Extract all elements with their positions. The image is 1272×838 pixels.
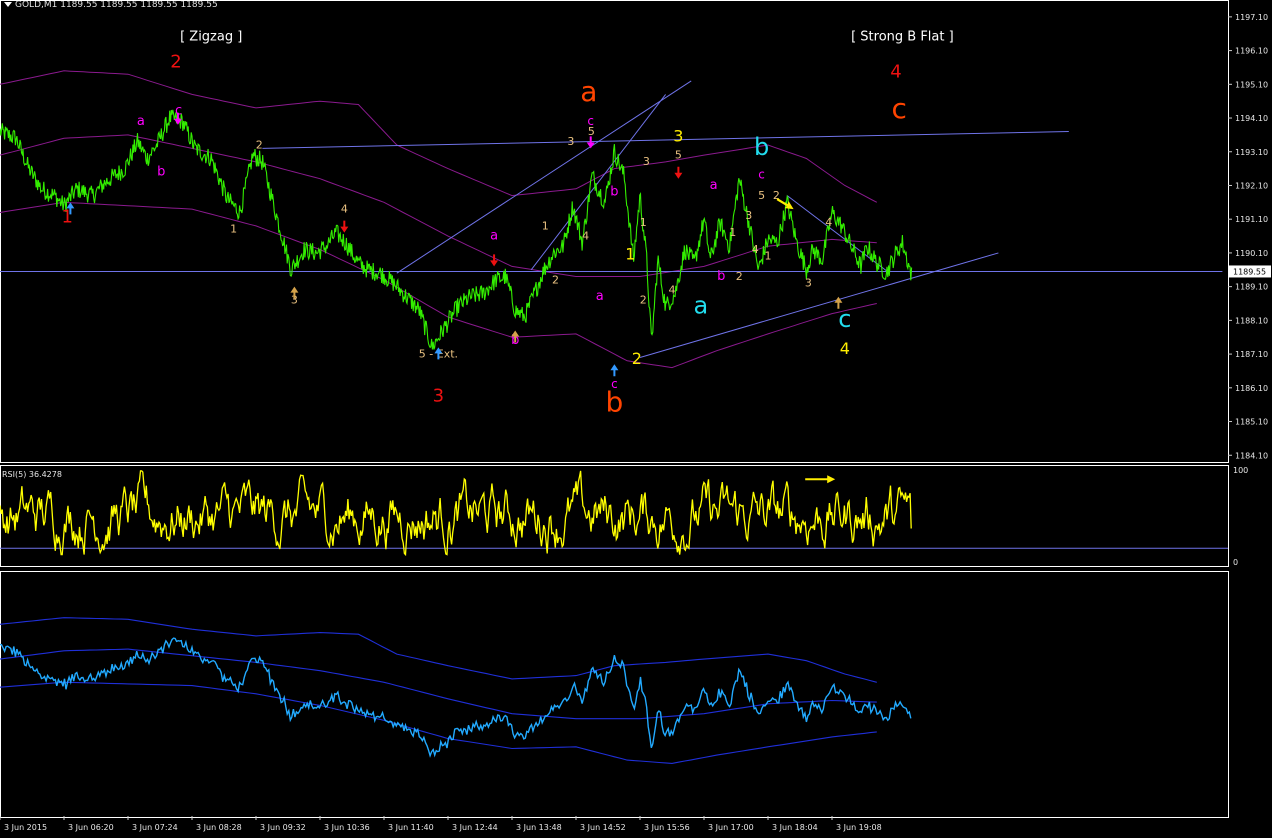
wave-label: b bbox=[610, 185, 618, 200]
wave-label: [ Zigzag ] bbox=[180, 29, 242, 44]
rsi-panel-frame bbox=[0, 465, 1229, 567]
wave-arrow-icon bbox=[586, 136, 595, 149]
wave-label: [ Strong B Flat ] bbox=[851, 29, 954, 44]
wave-label: 1 bbox=[640, 216, 647, 229]
wave-label: 2 bbox=[632, 349, 642, 368]
time-axis-label: 3 Jun 07:24 bbox=[132, 823, 178, 832]
wave-label: a bbox=[693, 292, 708, 320]
wave-label: 2 bbox=[170, 51, 181, 72]
wave-label: 4 bbox=[890, 62, 901, 83]
time-axis-label: 3 Jun 14:52 bbox=[580, 823, 626, 832]
time-axis-label: 3 Jun 17:00 bbox=[708, 823, 754, 832]
price-axis-label: 1193.10 bbox=[1235, 148, 1268, 157]
rsi-arrow-icon bbox=[805, 475, 836, 484]
price-axis-label: 1184.10 bbox=[1235, 451, 1268, 460]
wave-label: 5 bbox=[588, 125, 595, 138]
wave-label: 5 bbox=[675, 148, 682, 161]
time-axis-label: 3 Jun 15:56 bbox=[644, 823, 690, 832]
current-price-label: 1189.55 bbox=[1233, 267, 1266, 276]
bollinger-band-lower bbox=[0, 201, 877, 369]
time-axis-label: 3 Jun 12:44 bbox=[452, 823, 498, 832]
wave-label: 4 bbox=[825, 216, 832, 229]
time-axis-label: 3 Jun 13:48 bbox=[516, 823, 562, 832]
price-axis-label: 1196.10 bbox=[1235, 47, 1268, 56]
wave-label: 3 bbox=[567, 135, 574, 148]
wave-label: c bbox=[838, 305, 851, 333]
wave-label: a bbox=[596, 289, 604, 304]
price-axis-label: 1197.10 bbox=[1235, 13, 1268, 22]
rsi-axis-label: 0 bbox=[1233, 558, 1238, 567]
price-axis-label: 1190.10 bbox=[1235, 249, 1268, 258]
price-axis-label: 1189.10 bbox=[1235, 283, 1268, 292]
price-axis-label: 1185.10 bbox=[1235, 418, 1268, 427]
wave-label: 5 bbox=[758, 189, 765, 202]
price-axis-label: 1195.10 bbox=[1235, 80, 1268, 89]
time-axis-label: 3 Jun 2015 bbox=[4, 823, 47, 832]
wave-label: 4 bbox=[669, 283, 676, 296]
price-axis-label: 1194.10 bbox=[1235, 114, 1268, 123]
wave-label: a bbox=[710, 178, 718, 193]
wave-label: 4 bbox=[582, 229, 589, 242]
wave-label: b bbox=[717, 269, 725, 284]
wave-label: b bbox=[157, 164, 165, 179]
wave-label: 2 bbox=[736, 270, 743, 283]
wave-label: 2 bbox=[640, 294, 647, 307]
time-axis-label: 3 Jun 19:08 bbox=[836, 823, 882, 832]
wave-arrow-icon bbox=[340, 220, 349, 233]
bollinger-band-upper bbox=[0, 70, 878, 203]
wave-label: 3 bbox=[673, 127, 683, 146]
wave-label: c bbox=[611, 377, 618, 391]
wave-label: a bbox=[580, 75, 597, 108]
wave-arrow-icon bbox=[674, 166, 683, 179]
time-axis-label: 3 Jun 08:28 bbox=[196, 823, 242, 832]
price-axis-label: 1188.10 bbox=[1235, 316, 1268, 325]
wave-label: 1 bbox=[625, 245, 635, 264]
wave-label: c bbox=[758, 168, 765, 182]
wave-label: 1 bbox=[542, 219, 549, 232]
trendline bbox=[396, 80, 692, 274]
wave-label: c bbox=[891, 92, 906, 125]
wave-label: 4 bbox=[840, 339, 850, 358]
price-axis-label: 1186.10 bbox=[1235, 384, 1268, 393]
wave-label: 3 bbox=[805, 277, 812, 290]
wave-label: 4 bbox=[341, 202, 348, 215]
time-axis-label: 3 Jun 09:32 bbox=[260, 823, 306, 832]
wave-label: 2 bbox=[256, 138, 263, 151]
time-axis-label: 3 Jun 06:20 bbox=[68, 823, 114, 832]
trendline bbox=[262, 131, 1069, 149]
wave-label: b bbox=[754, 133, 769, 161]
price-axis-label: 1192.10 bbox=[1235, 181, 1268, 190]
price-axis-label: 1191.10 bbox=[1235, 215, 1268, 224]
indicator-panel-frame bbox=[0, 571, 1229, 818]
wave-label: 4 bbox=[752, 243, 759, 256]
wave-label: 1 bbox=[765, 250, 772, 263]
wave-label: 3 bbox=[643, 155, 650, 168]
rsi-axis-label: 100 bbox=[1233, 466, 1248, 475]
wave-label: a bbox=[490, 228, 498, 243]
time-axis-label: 3 Jun 18:04 bbox=[772, 823, 818, 832]
wave-label: a bbox=[137, 114, 145, 129]
chart-canvas[interactable]: 1197.10 1196.10 1195.10 1194.10 1193.10 1192.… bbox=[0, 0, 1272, 838]
time-axis-label: 3 Jun 11:40 bbox=[388, 823, 434, 832]
price-series bbox=[0, 109, 913, 350]
wave-label: 2 bbox=[552, 273, 559, 286]
wave-label: 3 bbox=[433, 385, 444, 406]
indicator-series bbox=[0, 637, 912, 758]
wave-label: 1 bbox=[729, 226, 736, 239]
wave-label: 3 bbox=[745, 209, 752, 222]
rsi-series bbox=[0, 470, 912, 557]
wave-label: 1 bbox=[230, 223, 237, 236]
price-axis-label: 1187.10 bbox=[1235, 350, 1268, 359]
time-axis-label: 3 Jun 10:36 bbox=[324, 823, 370, 832]
rsi-title: RSI(5) 36.4278 bbox=[2, 470, 62, 479]
wave-arrow-icon bbox=[610, 364, 619, 377]
